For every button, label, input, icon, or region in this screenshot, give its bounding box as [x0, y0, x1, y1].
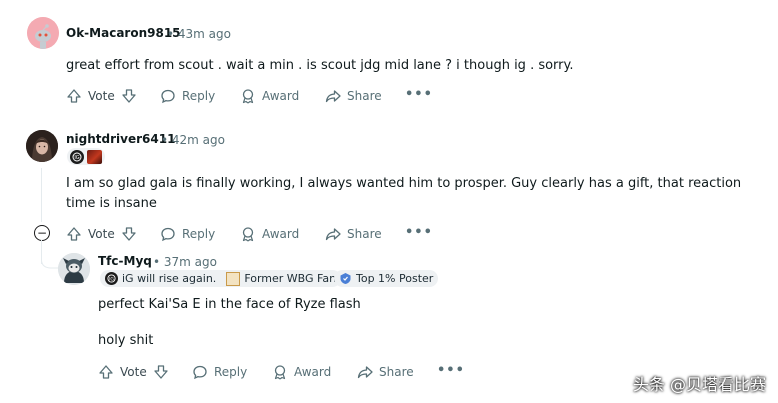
share-icon [325, 90, 341, 103]
reply-label: Reply [214, 365, 248, 379]
award-button[interactable]: Award [240, 86, 299, 106]
collapse-thread-button[interactable]: − [34, 225, 50, 241]
share-icon [357, 366, 373, 379]
award-label: Award [262, 227, 300, 241]
comment-timestamp: • 43m ago [167, 27, 231, 41]
champion-portrait-icon [87, 149, 102, 164]
award-icon [274, 365, 286, 380]
more-options-button[interactable]: ••• [437, 363, 465, 378]
watermark: 头条 @贝塔看比赛 [632, 375, 766, 394]
award-button[interactable]: Award [272, 362, 331, 382]
user-flair: IG iG will rise again. Former WBG Fan [100, 270, 342, 287]
top-poster-badge: Top 1% Poster [334, 270, 439, 287]
comment-timestamp: • 37m ago [153, 255, 217, 269]
share-button[interactable]: Share [325, 86, 382, 106]
share-button[interactable]: Share [325, 224, 382, 244]
reply-icon [161, 89, 175, 104]
comment-body: holy shit [98, 333, 154, 348]
share-label: Share [379, 365, 414, 379]
comment-body: great effort from scout . wait a min . i… [66, 58, 574, 73]
vote-label: Vote [120, 365, 147, 379]
more-options-button[interactable]: ••• [405, 87, 433, 102]
team-logo-icon [226, 271, 241, 286]
downvote-button[interactable] [121, 224, 137, 244]
avatar[interactable] [27, 17, 59, 49]
reply-button[interactable]: Reply [160, 224, 215, 244]
team-logo-icon: IG [105, 272, 118, 285]
snoo-avatar-icon [58, 253, 90, 285]
downvote-icon [122, 227, 136, 241]
profile-photo-icon [26, 130, 58, 162]
downvote-icon [154, 365, 168, 379]
reply-button[interactable]: Reply [192, 362, 247, 382]
upvote-icon [67, 89, 81, 103]
more-options-button[interactable]: ••• [405, 225, 433, 240]
username[interactable]: Ok-Macaron9815 [66, 26, 181, 40]
avatar[interactable] [58, 253, 90, 285]
upvote-button[interactable]: Vote [66, 224, 115, 244]
share-button[interactable]: Share [357, 362, 414, 382]
comment-body: perfect Kai'Sa E in the face of Ryze fla… [98, 297, 361, 312]
award-icon [242, 89, 254, 104]
reply-icon [193, 365, 207, 380]
reply-label: Reply [182, 227, 216, 241]
upvote-icon [99, 365, 113, 379]
svg-text:IG: IG [109, 276, 114, 282]
award-icon [242, 227, 254, 242]
flair-text: Former WBG Fan [244, 272, 337, 285]
vote-label: Vote [88, 227, 115, 241]
downvote-icon [122, 89, 136, 103]
upvote-icon [67, 227, 81, 241]
reply-icon [161, 227, 175, 242]
poster-badge-icon [340, 273, 351, 284]
svg-text:IG: IG [74, 155, 79, 161]
comment-timestamp: • 42m ago [161, 133, 225, 147]
award-label: Award [294, 365, 332, 379]
badge-text: Top 1% Poster [356, 272, 434, 285]
user-flair: IG [67, 148, 105, 165]
snoo-avatar-icon [27, 17, 59, 49]
collapse-icon: − [36, 225, 48, 240]
share-label: Share [347, 227, 382, 241]
team-logo-icon: IG [70, 149, 84, 164]
upvote-button[interactable]: Vote [98, 362, 147, 382]
share-label: Share [347, 89, 382, 103]
username[interactable]: nightdriver6411 [66, 132, 175, 146]
upvote-button[interactable]: Vote [66, 86, 115, 106]
reply-label: Reply [182, 89, 216, 103]
vote-label: Vote [88, 89, 115, 103]
username[interactable]: Tfc-Myq [98, 254, 152, 268]
downvote-button[interactable] [153, 362, 169, 382]
award-label: Award [262, 89, 300, 103]
comment-body: I am so glad gala is finally working, I … [66, 176, 742, 211]
share-icon [325, 228, 341, 241]
flair-text: iG will rise again. [122, 272, 217, 285]
downvote-button[interactable] [121, 86, 137, 106]
avatar[interactable] [26, 130, 58, 162]
reply-button[interactable]: Reply [160, 86, 215, 106]
thread-line[interactable] [41, 168, 42, 222]
award-button[interactable]: Award [240, 224, 299, 244]
